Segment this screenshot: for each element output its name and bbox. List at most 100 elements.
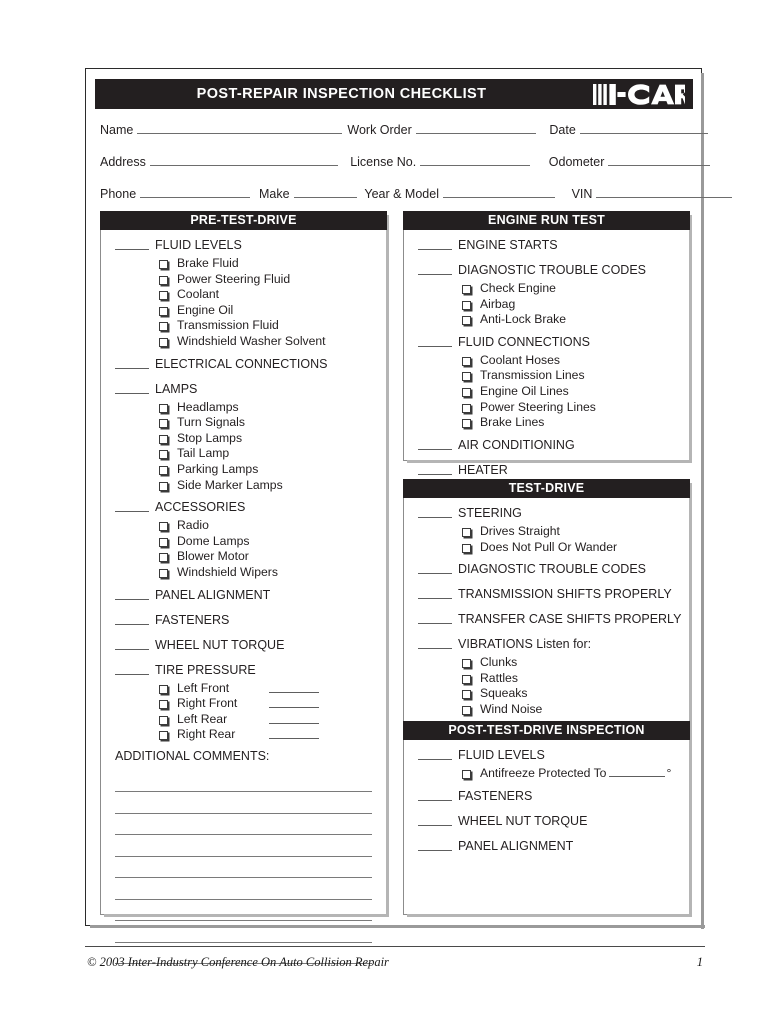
field-make[interactable]: Make <box>259 186 357 201</box>
checkbox-icon[interactable] <box>462 419 471 429</box>
checkbox-item-check-engine[interactable]: Check Engine <box>404 281 689 297</box>
field-input-line[interactable] <box>149 154 338 166</box>
checklist-item-transfer-case-shifts-properly[interactable]: TRANSFER CASE SHIFTS PROPERLY <box>404 611 689 630</box>
checkbox-item-power-steering-fluid[interactable]: Power Steering Fluid <box>101 272 386 288</box>
item-check-blank[interactable] <box>418 517 452 518</box>
item-check-blank[interactable] <box>115 249 149 250</box>
checkbox-item-coolant-hoses[interactable]: Coolant Hoses <box>404 353 689 369</box>
checkbox-icon[interactable] <box>462 300 471 310</box>
item-check-blank[interactable] <box>418 345 452 347</box>
checkbox-item-rattles[interactable]: Rattles <box>404 671 689 687</box>
item-check-blank[interactable] <box>115 648 149 650</box>
checkbox-item-transmission-fluid[interactable]: Transmission Fluid <box>101 318 386 334</box>
item-check-blank[interactable] <box>115 511 149 513</box>
checkbox-item-airbag[interactable]: Airbag <box>404 297 689 313</box>
checklist-item-fluid-connections[interactable]: FLUID CONNECTIONS <box>404 334 689 353</box>
checklist-item-transmission-shifts-properly[interactable]: TRANSMISSION SHIFTS PROPERLY <box>404 586 689 605</box>
checkbox-icon[interactable] <box>462 356 471 366</box>
checkbox-icon[interactable] <box>462 372 471 382</box>
checklist-item-steering[interactable]: STEERING <box>404 505 689 524</box>
checkbox-icon[interactable] <box>159 553 168 563</box>
checkbox-item-squeaks[interactable]: Squeaks <box>404 686 689 702</box>
value-blank[interactable] <box>269 738 319 740</box>
checkbox-icon[interactable] <box>462 690 471 700</box>
checklist-item-accessories[interactable]: ACCESSORIES <box>101 499 386 518</box>
checkbox-icon[interactable] <box>159 522 168 532</box>
item-check-blank[interactable] <box>418 623 452 625</box>
checkbox-item-brake-fluid[interactable]: Brake Fluid <box>101 256 386 272</box>
item-check-blank[interactable] <box>418 849 452 851</box>
item-check-blank[interactable] <box>418 824 452 826</box>
checklist-item-lamps[interactable]: LAMPS <box>101 381 386 400</box>
checklist-item-tire-pressure[interactable]: TIRE PRESSURE <box>101 662 386 681</box>
item-check-blank[interactable] <box>115 367 149 369</box>
checklist-item-electrical-connections[interactable]: ELECTRICAL CONNECTIONS <box>101 356 386 375</box>
checkbox-icon[interactable] <box>462 705 471 715</box>
checkbox-item-stop-lamps[interactable]: Stop Lamps <box>101 431 386 447</box>
checkbox-item-right-front[interactable]: Right Front <box>101 696 386 712</box>
field-input-line[interactable] <box>608 154 711 166</box>
field-input-line[interactable] <box>442 186 555 198</box>
item-check-blank[interactable] <box>418 473 452 475</box>
field-vin[interactable]: VIN <box>572 186 733 201</box>
value-blank[interactable] <box>269 707 319 709</box>
checkbox-item-does-not-pull-or-wander[interactable]: Does Not Pull Or Wander <box>404 540 689 556</box>
item-check-blank[interactable] <box>418 598 452 600</box>
checkbox-item-windshield-washer-solvent[interactable]: Windshield Washer Solvent <box>101 334 386 350</box>
field-phone[interactable]: Phone <box>100 186 251 201</box>
checkbox-item-headlamps[interactable]: Headlamps <box>101 400 386 416</box>
value-blank[interactable] <box>269 722 319 724</box>
field-input-line[interactable] <box>420 154 531 166</box>
checkbox-item-brake-lines[interactable]: Brake Lines <box>404 415 689 431</box>
checkbox-icon[interactable] <box>159 537 168 547</box>
checkbox-icon[interactable] <box>462 770 471 779</box>
checkbox-icon[interactable] <box>462 543 471 553</box>
checkbox-icon[interactable] <box>159 275 168 285</box>
checkbox-item-parking-lamps[interactable]: Parking Lamps <box>101 462 386 478</box>
checkbox-icon[interactable] <box>159 700 168 710</box>
checkbox-icon[interactable] <box>159 419 168 429</box>
checkbox-item-right-rear[interactable]: Right Rear <box>101 727 386 743</box>
checkbox-icon[interactable] <box>159 337 168 347</box>
comment-line[interactable] <box>115 814 372 836</box>
checkbox-icon[interactable] <box>159 568 168 578</box>
checkbox-item-blower-motor[interactable]: Blower Motor <box>101 549 386 565</box>
checklist-item-engine-starts[interactable]: ENGINE STARTS <box>404 237 689 256</box>
field-name[interactable]: Name <box>100 122 343 137</box>
comment-line[interactable] <box>115 835 372 857</box>
checkbox-item-left-rear[interactable]: Left Rear <box>101 712 386 728</box>
field-input-line[interactable] <box>140 186 251 198</box>
item-check-blank[interactable] <box>418 759 452 760</box>
checklist-item-air-conditioning[interactable]: AIR CONDITIONING <box>404 437 689 456</box>
checkbox-icon[interactable] <box>159 322 168 332</box>
comment-line[interactable] <box>115 857 372 879</box>
checklist-item-wheel-nut-torque[interactable]: WHEEL NUT TORQUE <box>404 813 689 832</box>
checkbox-icon[interactable] <box>159 684 168 694</box>
checkbox-item-windshield-wipers[interactable]: Windshield Wipers <box>101 565 386 581</box>
inline-blank[interactable] <box>609 766 666 777</box>
field-input-line[interactable] <box>415 122 536 134</box>
checkbox-item-side-marker-lamps[interactable]: Side Marker Lamps <box>101 478 386 494</box>
checkbox-item-left-front[interactable]: Left Front <box>101 681 386 697</box>
item-check-blank[interactable] <box>115 623 149 625</box>
checkbox-icon[interactable] <box>462 674 471 684</box>
checkbox-icon[interactable] <box>462 285 471 294</box>
field-address[interactable]: Address <box>100 154 338 169</box>
field-date[interactable]: Date <box>549 122 708 137</box>
checklist-item-fluid-levels[interactable]: FLUID LEVELS <box>404 747 689 766</box>
checkbox-icon[interactable] <box>159 715 168 725</box>
item-check-blank[interactable] <box>115 598 149 600</box>
comment-line[interactable] <box>115 792 372 814</box>
checkbox-item-clunks[interactable]: Clunks <box>404 655 689 671</box>
checklist-item-diagnostic-trouble-codes[interactable]: DIAGNOSTIC TROUBLE CODES <box>404 262 689 281</box>
checkbox-item-power-steering-lines[interactable]: Power Steering Lines <box>404 400 689 416</box>
checkbox-icon[interactable] <box>462 316 471 326</box>
checkbox-icon[interactable] <box>159 731 168 741</box>
checklist-item-vibrations-listen-for[interactable]: VIBRATIONS Listen for: <box>404 636 689 655</box>
checkbox-icon[interactable] <box>159 434 168 444</box>
comment-line[interactable] <box>115 878 372 900</box>
field-year-model[interactable]: Year & Model <box>364 186 555 201</box>
checkbox-item-anti-lock-brake[interactable]: Anti-Lock Brake <box>404 312 689 328</box>
checkbox-icon[interactable] <box>159 450 168 460</box>
field-input-line[interactable] <box>293 186 357 198</box>
